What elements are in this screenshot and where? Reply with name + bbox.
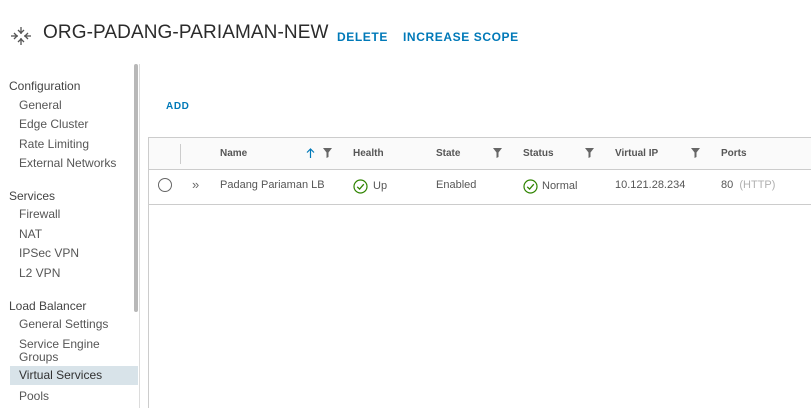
column-header-state[interactable]: State <box>436 148 460 159</box>
filter-icon[interactable] <box>691 148 700 158</box>
cell-health: Up <box>373 180 388 192</box>
add-button[interactable]: ADD <box>166 101 189 112</box>
cell-state: Enabled <box>436 179 477 191</box>
sidebar-item-ipsec-vpn[interactable]: IPSec VPN <box>10 247 138 260</box>
main-content: ADD Name Health State Status Virtual IP … <box>141 64 811 408</box>
increase-scope-button[interactable]: INCREASE SCOPE <box>403 30 519 44</box>
row-select-radio[interactable] <box>158 178 172 192</box>
sidebar-item-rate-limiting[interactable]: Rate Limiting <box>10 138 138 151</box>
virtual-services-grid: Name Health State Status Virtual IP Port… <box>148 137 811 408</box>
check-circle-icon <box>523 179 538 194</box>
cell-ports: 80 (HTTP) <box>721 179 775 191</box>
cell-status: Normal <box>542 180 578 192</box>
sidebar-item-l2-vpn[interactable]: L2 VPN <box>10 267 138 280</box>
sidebar-item-edge-cluster[interactable]: Edge Cluster <box>10 118 138 131</box>
cell-name: Padang Pariaman LB <box>220 179 325 191</box>
page-title: ORG-PADANG-PARIAMAN-NEW <box>43 22 329 43</box>
filter-icon[interactable] <box>323 148 332 158</box>
sidebar-group-configuration: Configuration <box>9 79 81 93</box>
column-header-ports[interactable]: Ports <box>721 148 747 159</box>
delete-button[interactable]: DELETE <box>337 30 388 44</box>
cell-virtual-ip: 10.121.28.234 <box>615 179 686 191</box>
check-circle-icon <box>353 179 368 194</box>
sidebar-item-virtual-services[interactable]: Virtual Services <box>10 366 138 385</box>
table-row[interactable]: » Padang Pariaman LB Up Enabled Normal 1… <box>149 170 811 205</box>
sidebar-group-services: Services <box>9 189 56 203</box>
edge-gateway-icon <box>11 27 31 45</box>
sidebar-item-external-networks[interactable]: External Networks <box>10 157 138 170</box>
expand-row-icon[interactable]: » <box>192 177 199 192</box>
grid-header: Name Health State Status Virtual IP Port… <box>149 138 811 170</box>
column-divider <box>180 144 181 164</box>
sidebar-item-firewall[interactable]: Firewall <box>10 208 138 221</box>
sidebar-item-pools[interactable]: Pools <box>10 390 138 403</box>
port-number: 80 <box>721 179 734 191</box>
sidebar-nav: Configuration General Edge Cluster Rate … <box>0 64 140 408</box>
column-header-virtual-ip[interactable]: Virtual IP <box>615 148 658 159</box>
column-header-health[interactable]: Health <box>353 148 384 159</box>
sidebar-group-load-balancer: Load Balancer <box>9 299 87 313</box>
sort-ascending-icon[interactable] <box>306 148 315 159</box>
page-header: ORG-PADANG-PARIAMAN-NEW DELETE INCREASE … <box>0 0 811 64</box>
sidebar-item-general-settings[interactable]: General Settings <box>10 318 138 331</box>
sidebar-item-general[interactable]: General <box>10 99 138 112</box>
column-header-status[interactable]: Status <box>523 148 554 159</box>
sidebar-item-service-engine-groups[interactable]: Service Engine Groups <box>10 338 128 364</box>
filter-icon[interactable] <box>493 148 502 158</box>
filter-icon[interactable] <box>585 148 594 158</box>
column-header-name[interactable]: Name <box>220 148 247 159</box>
sidebar-item-nat[interactable]: NAT <box>10 228 138 241</box>
port-protocol: (HTTP) <box>739 179 776 191</box>
